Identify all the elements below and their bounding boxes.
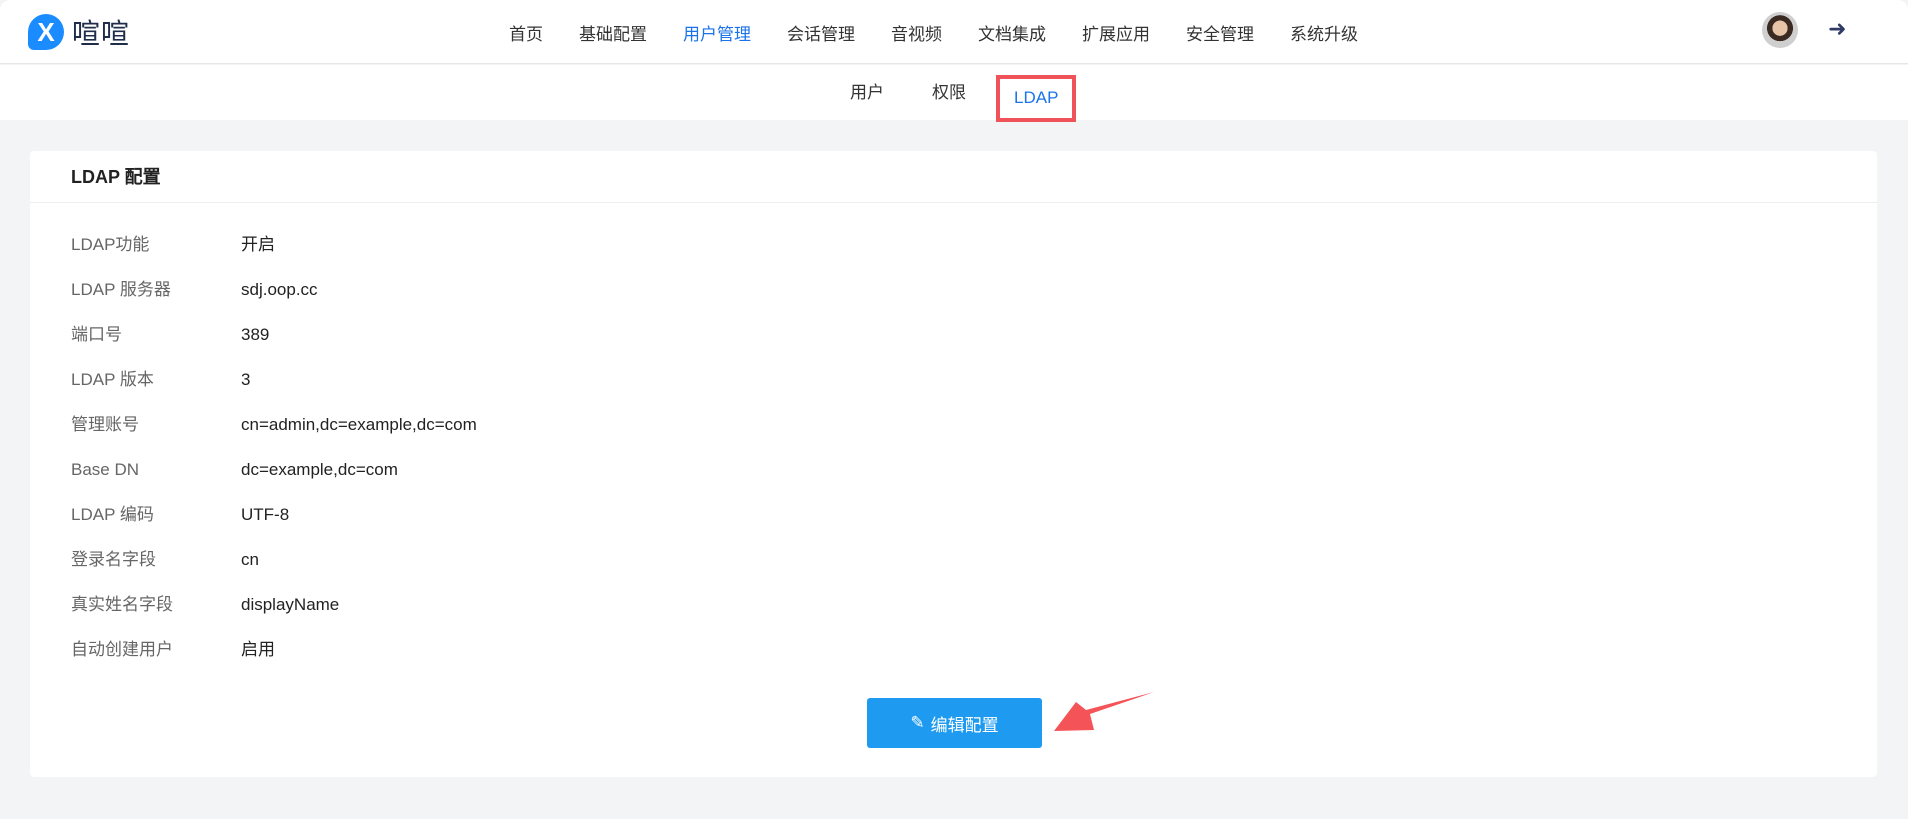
ldap-config-card: LDAP 配置 LDAP功能 开启 LDAP 服务器 sdj.oop.cc 端口号 3…: [30, 151, 1877, 777]
row-label: 管理账号: [71, 415, 139, 434]
row-value: 开启: [241, 235, 275, 254]
row-label: 端口号: [71, 325, 122, 344]
logo-icon: X: [28, 14, 64, 50]
edit-config-label: 编辑配置: [930, 715, 999, 735]
row-value: displayName: [241, 595, 340, 614]
app-logo[interactable]: X 喧喧: [28, 12, 130, 52]
row-value: 启用: [241, 640, 275, 659]
nav-document-integration[interactable]: 文档集成: [978, 20, 1046, 45]
top-header: X 喧喧 首页 基础配置 用户管理 会话管理 音视频 文档集成 扩展应用 安全管…: [0, 0, 1908, 64]
avatar[interactable]: [1762, 12, 1798, 48]
row-label: LDAP 编码: [71, 505, 154, 524]
nav-security[interactable]: 安全管理: [1186, 20, 1254, 45]
row-value: sdj.oop.cc: [241, 280, 318, 299]
row-label: LDAP 服务器: [71, 280, 171, 299]
nav-home[interactable]: 首页: [509, 20, 543, 45]
main-nav: 首页 基础配置 用户管理 会话管理 音视频 文档集成 扩展应用 安全管理 系统升…: [509, 0, 1358, 64]
row-label: 登录名字段: [71, 550, 156, 569]
brand-name: 喧喧: [72, 18, 131, 49]
row-label: 自动创建用户: [71, 640, 173, 659]
row-label: 真实姓名字段: [71, 595, 173, 614]
nav-audio-video[interactable]: 音视频: [891, 20, 942, 45]
row-value: dc=example,dc=com: [241, 460, 398, 479]
sub-nav: 用户 权限 LDAP: [0, 65, 1908, 122]
row-label: Base DN: [71, 460, 140, 479]
tab-ldap[interactable]: LDAP: [996, 75, 1077, 122]
row-value: 3: [241, 370, 251, 389]
row-value: 389: [241, 325, 270, 344]
card-title: LDAP 配置: [30, 151, 1877, 203]
row-label: LDAP 版本: [71, 370, 154, 389]
nav-system-upgrade[interactable]: 系统升级: [1290, 20, 1358, 45]
tab-permissions[interactable]: 权限: [932, 65, 966, 120]
nav-chat-management[interactable]: 会话管理: [787, 20, 855, 45]
nav-basic-config[interactable]: 基础配置: [579, 20, 647, 45]
tab-users[interactable]: 用户: [850, 65, 884, 120]
annotation-arrow-icon: [1054, 692, 1154, 731]
row-label: LDAP功能: [71, 235, 150, 254]
edit-config-button[interactable]: ✎ 编辑配置: [867, 698, 1042, 748]
row-value: UTF-8: [241, 505, 290, 524]
row-value: cn=admin,dc=example,dc=com: [241, 415, 477, 434]
edit-icon: ✎: [910, 713, 925, 732]
row-value: cn: [241, 550, 259, 569]
nav-user-management[interactable]: 用户管理: [683, 20, 751, 45]
logout-icon[interactable]: ➜: [1828, 16, 1846, 42]
nav-extensions[interactable]: 扩展应用: [1082, 20, 1150, 45]
